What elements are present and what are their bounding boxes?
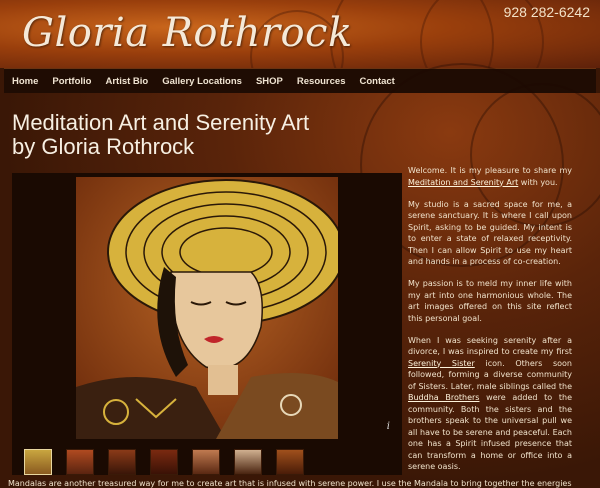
intro-paragraph: My studio is a sacred space for me, a se… [408, 199, 572, 267]
thumbnail[interactable] [192, 449, 220, 475]
site-header: Gloria Rothrock 928 282-6242 [0, 0, 600, 68]
nav-item-contact[interactable]: Contact [359, 76, 394, 87]
nav-item-gallery-locations[interactable]: Gallery Locations [162, 76, 242, 87]
site-logo[interactable]: Gloria Rothrock [22, 10, 353, 56]
page-title: Meditation Art and Serenity Art by Glori… [12, 111, 392, 159]
nav-item-resources[interactable]: Resources [297, 76, 346, 87]
intro-text: Welcome. It is my pleasure to share my M… [408, 165, 572, 483]
buddha-brothers-link[interactable]: Buddha Brothers [408, 393, 479, 402]
text-span: When I was seeking serenity after a divo… [408, 335, 572, 357]
thumbnail[interactable] [108, 449, 136, 475]
serenity-sister-link[interactable]: Serenity Sister [408, 359, 475, 368]
nav-item-shop[interactable]: SHOP [256, 76, 283, 87]
text-span: Welcome. It is my pleasure to share my [408, 166, 572, 175]
intro-paragraph: My passion is to meld my inner life with… [408, 279, 572, 323]
featured-painting[interactable] [76, 177, 345, 439]
nav-item-home[interactable]: Home [12, 76, 38, 87]
page-title-line2: by Gloria Rothrock [12, 134, 195, 159]
thumbnail[interactable] [24, 449, 52, 475]
thumbnail[interactable] [150, 449, 178, 475]
serenity-sister-painting [76, 177, 345, 439]
info-icon[interactable]: i [387, 421, 390, 432]
mandala-paragraph: Mandalas are another treasured way for m… [8, 479, 572, 488]
image-gallery: i [12, 173, 402, 475]
text-span: were added to the community. Both the si… [408, 393, 573, 471]
thumbnail[interactable] [234, 449, 262, 475]
intro-paragraph: When I was seeking serenity after a divo… [408, 335, 572, 473]
phone-number: 928 282-6242 [503, 4, 590, 20]
text-span: with you. [518, 177, 558, 187]
intro-paragraph: Welcome. It is my pleasure to share my M… [408, 165, 572, 188]
main-content: Meditation Art and Serenity Art by Glori… [0, 63, 600, 488]
nav-item-artist-bio[interactable]: Artist Bio [105, 76, 148, 87]
page-title-line1: Meditation Art and Serenity Art [12, 110, 310, 135]
thumbnail[interactable] [276, 449, 304, 475]
meditation-serenity-link[interactable]: Meditation and Serenity Art [408, 178, 518, 187]
nav-item-portfolio[interactable]: Portfolio [52, 76, 91, 87]
thumbnail[interactable] [66, 449, 94, 475]
